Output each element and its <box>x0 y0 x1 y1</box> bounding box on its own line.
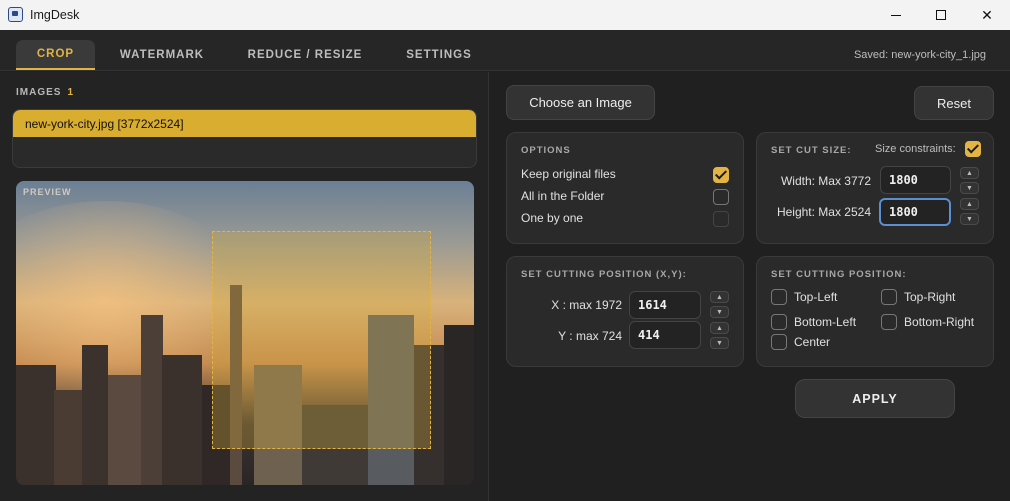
top-right-label: Top-Right <box>904 290 956 304</box>
option-keep-original-label: Keep original files <box>521 167 616 181</box>
width-decrement-button[interactable]: ▼ <box>960 182 979 194</box>
cutting-position-xy-title: SET CUTTING POSITION (X,Y): <box>521 269 687 280</box>
image-list-item[interactable]: new-york-city.jpg [3772x2524] <box>13 110 476 137</box>
skyline-building <box>108 375 142 485</box>
center-label: Center <box>794 335 831 349</box>
maximize-button[interactable] <box>918 0 964 30</box>
maximize-icon <box>936 10 946 20</box>
tab-watermark[interactable]: WATERMARK <box>112 40 212 70</box>
choose-image-button[interactable]: Choose an Image <box>506 85 655 120</box>
bottom-right-checkbox[interactable] <box>881 314 897 330</box>
skyline-building <box>162 355 202 485</box>
cutting-position-xy-card: SET CUTTING POSITION (X,Y): X : max 1972… <box>506 256 744 367</box>
option-all-in-folder[interactable]: All in the Folder <box>521 189 731 205</box>
x-decrement-button[interactable]: ▼ <box>710 306 729 318</box>
skyline-building <box>82 345 108 485</box>
x-label: X : max 1972 <box>551 298 622 312</box>
all-in-folder-checkbox[interactable] <box>713 189 729 205</box>
option-keep-original[interactable]: Keep original files <box>521 167 731 183</box>
cutting-position-card: SET CUTTING POSITION: Top-Left Top-Right… <box>756 256 994 367</box>
nav-bar: CROP WATERMARK REDUCE / RESIZE SETTINGS … <box>0 30 1010 71</box>
y-input[interactable]: 414 <box>629 321 701 349</box>
bottom-right-label: Bottom-Right <box>904 315 975 329</box>
close-icon: ✕ <box>981 6 993 23</box>
y-label: Y : max 724 <box>558 329 622 343</box>
height-decrement-button[interactable]: ▼ <box>960 213 979 225</box>
option-one-by-one[interactable]: One by one <box>521 211 731 227</box>
width-input[interactable]: 1800 <box>880 166 951 194</box>
reset-button[interactable]: Reset <box>914 86 994 120</box>
tab-settings[interactable]: SETTINGS <box>398 40 480 70</box>
height-increment-button[interactable]: ▲ <box>960 198 979 210</box>
y-decrement-button[interactable]: ▼ <box>710 337 729 349</box>
top-left-label: Top-Left <box>794 290 838 304</box>
top-left-checkbox[interactable] <box>771 289 787 305</box>
minimize-icon <box>891 14 901 16</box>
crop-selection-box[interactable] <box>212 231 431 449</box>
option-one-by-one-label: One by one <box>521 211 584 225</box>
width-label: Width: Max 3772 <box>780 174 871 188</box>
center-checkbox[interactable] <box>771 334 787 350</box>
bottom-left-label: Bottom-Left <box>794 315 857 329</box>
image-list[interactable]: new-york-city.jpg [3772x2524] <box>12 109 477 168</box>
cut-size-card: SET CUT SIZE: Size constraints: Width: M… <box>756 132 994 244</box>
skyline-building <box>16 365 56 485</box>
x-increment-button[interactable]: ▲ <box>710 291 729 303</box>
skyline-building <box>444 325 474 485</box>
options-card: OPTIONS Keep original files All in the F… <box>506 132 744 244</box>
x-input[interactable]: 1614 <box>629 291 701 319</box>
bottom-left-checkbox[interactable] <box>771 314 787 330</box>
preview-label: PREVIEW <box>23 187 72 197</box>
close-button[interactable]: ✕ <box>964 0 1010 30</box>
minimize-button[interactable] <box>873 0 919 30</box>
tab-reduce-resize[interactable]: REDUCE / RESIZE <box>240 40 370 70</box>
apply-button[interactable]: APPLY <box>795 379 955 418</box>
one-by-one-checkbox[interactable] <box>713 211 729 227</box>
cutting-position-title: SET CUTTING POSITION: <box>771 269 907 280</box>
images-count: 1 <box>67 87 75 98</box>
saved-status: Saved: new-york-city_1.jpg <box>853 49 986 61</box>
options-title: OPTIONS <box>521 145 571 156</box>
size-constraints-checkbox[interactable] <box>965 141 981 157</box>
images-header: IMAGES 1 <box>16 87 74 98</box>
app-logo-icon <box>8 7 23 22</box>
cut-size-title: SET CUT SIZE: <box>771 145 852 156</box>
width-increment-button[interactable]: ▲ <box>960 167 979 179</box>
images-header-label: IMAGES <box>16 87 62 98</box>
window-title: ImgDesk <box>30 8 80 22</box>
option-all-in-folder-label: All in the Folder <box>521 189 605 203</box>
height-input[interactable]: 1800 <box>879 198 951 226</box>
tab-crop[interactable]: CROP <box>16 40 95 70</box>
title-bar: ImgDesk ✕ <box>0 0 1010 30</box>
image-preview: PREVIEW <box>16 181 474 485</box>
size-constraints-label: Size constraints: <box>875 143 956 155</box>
y-increment-button[interactable]: ▲ <box>710 322 729 334</box>
keep-original-checkbox[interactable] <box>713 167 729 183</box>
height-label: Height: Max 2524 <box>776 205 871 219</box>
skyline-building <box>141 315 163 485</box>
top-right-checkbox[interactable] <box>881 289 897 305</box>
left-panel: IMAGES 1 new-york-city.jpg [3772x2524] PR… <box>0 72 489 501</box>
skyline-building <box>54 390 84 485</box>
